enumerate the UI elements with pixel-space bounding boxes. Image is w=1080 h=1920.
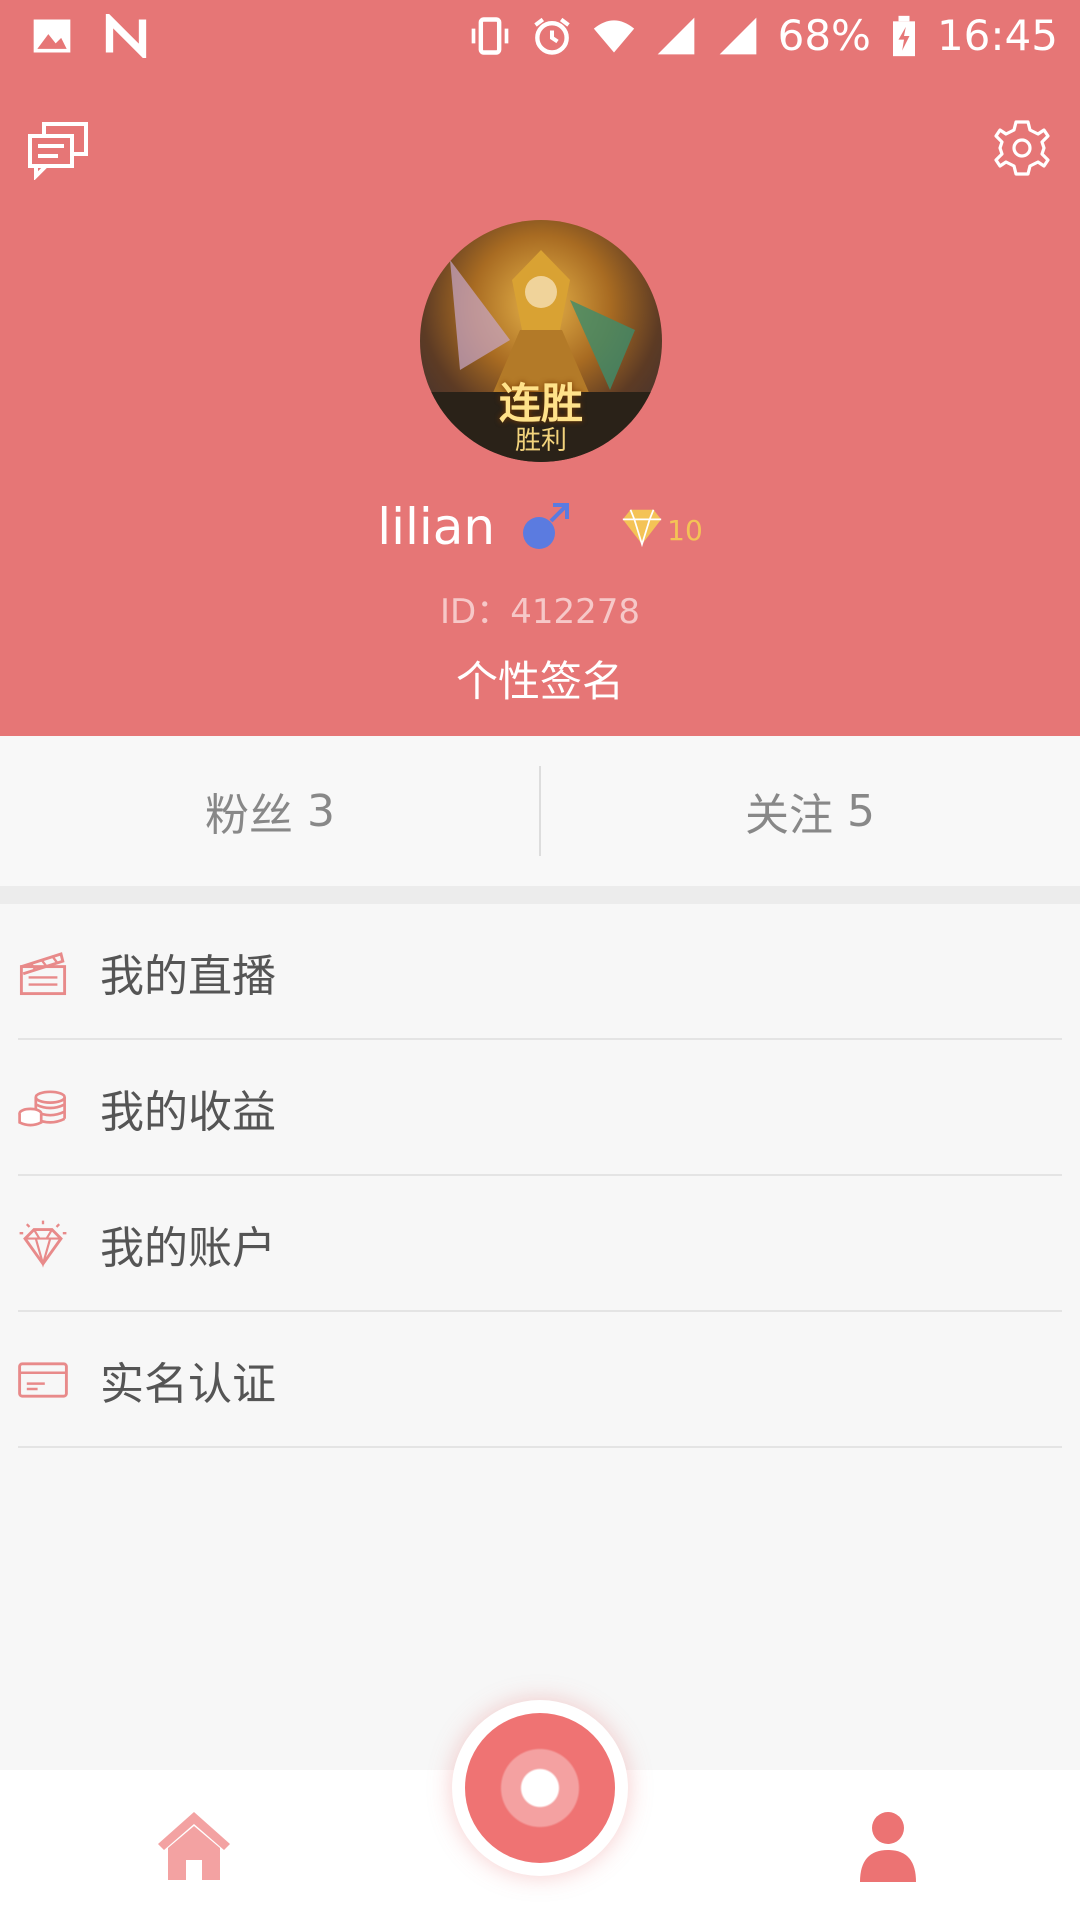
messages-icon[interactable] xyxy=(26,116,90,180)
diamond-icon xyxy=(19,1220,67,1268)
alarm-icon xyxy=(533,17,570,55)
signal-icon-2 xyxy=(719,17,756,55)
stats-bar: 粉丝 3 关注 5 xyxy=(0,736,1080,886)
profile-header: 68% 16:45 连胜 胜利 lilian 10 ID：412278 个性签名 xyxy=(0,0,1080,736)
battery-percent: 68% xyxy=(777,11,871,60)
coins-icon xyxy=(18,1090,66,1127)
clapperboard-icon xyxy=(19,952,67,996)
menu-label-my-account: 我的账户 xyxy=(100,1223,276,1274)
signature[interactable]: 个性签名 xyxy=(0,648,1080,709)
wifi-icon xyxy=(593,20,634,53)
status-bar: 68% 16:45 xyxy=(0,0,1080,72)
clock: 16:45 xyxy=(936,11,1058,60)
menu-list: 我的直播 我的收益 我的账户 实名认证 xyxy=(0,904,1080,1448)
signal-icon xyxy=(657,17,694,55)
fans-count: 3 xyxy=(307,785,335,837)
menu-label-real-name: 实名认证 xyxy=(100,1359,276,1410)
menu-label-my-earnings: 我的收益 xyxy=(100,1087,276,1138)
menu-item-my-account[interactable]: 我的账户 xyxy=(0,1176,1080,1312)
menu-item-real-name[interactable]: 实名认证 xyxy=(0,1312,1080,1448)
profile-icon[interactable] xyxy=(848,1806,928,1886)
user-id: ID：412278 xyxy=(440,592,640,632)
menu-item-my-live[interactable]: 我的直播 xyxy=(0,904,1080,1040)
start-live-button[interactable] xyxy=(452,1700,628,1876)
follow-stat[interactable]: 关注 5 xyxy=(540,736,1080,886)
live-record-icon xyxy=(465,1713,615,1863)
name-row: lilian 10 xyxy=(0,492,1080,562)
level-number: 10 xyxy=(667,514,703,547)
follow-label: 关注 xyxy=(745,790,833,841)
avatar[interactable]: 连胜 胜利 xyxy=(420,220,662,462)
id-card-icon xyxy=(18,1362,68,1398)
avatar-banner-text: 胜利 xyxy=(514,426,567,456)
fans-label: 粉丝 xyxy=(205,790,293,841)
menu-label-my-live: 我的直播 xyxy=(100,951,276,1002)
username: lilian xyxy=(377,498,496,556)
male-gender-icon xyxy=(523,503,570,549)
home-icon[interactable] xyxy=(154,1806,234,1886)
diamond-level-icon xyxy=(622,509,662,547)
fans-stat[interactable]: 粉丝 3 xyxy=(0,736,540,886)
level-badge: 10 xyxy=(619,507,703,547)
battery-charging-icon xyxy=(892,15,915,57)
settings-gear-icon[interactable] xyxy=(990,116,1054,180)
follow-count: 5 xyxy=(847,785,875,837)
section-divider xyxy=(0,886,1080,904)
vibrate-icon xyxy=(471,17,508,55)
image-icon xyxy=(33,19,71,53)
menu-item-my-earnings[interactable]: 我的收益 xyxy=(0,1040,1080,1176)
n-notification-icon xyxy=(105,14,147,58)
stats-divider xyxy=(539,766,541,856)
